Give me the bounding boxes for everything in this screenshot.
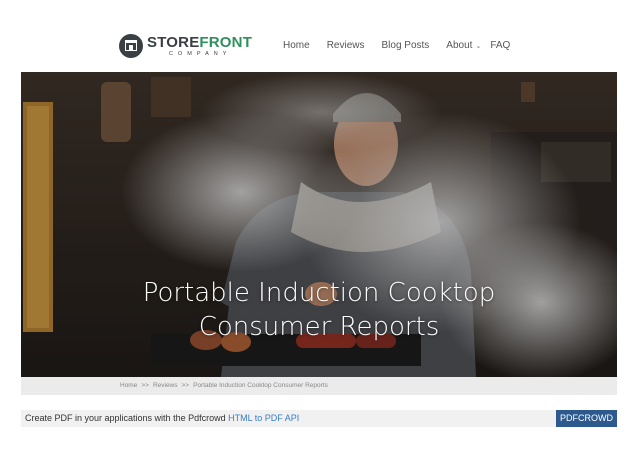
logo-word-store: STORE [147, 33, 200, 51]
nav-item-about[interactable]: About ⌄ [446, 40, 481, 51]
breadcrumb-bar: Home >> Reviews >> Portable Induction Co… [21, 377, 617, 395]
nav-item-home[interactable]: Home [283, 40, 310, 51]
store-icon [119, 34, 143, 58]
nav-item-faq[interactable]: FAQ [490, 40, 510, 51]
site-logo[interactable]: STOREFRONT COMPANY [119, 33, 252, 59]
pdf-footer-text: Create PDF in your applications with the… [25, 413, 299, 423]
main-nav: Home Reviews Blog Posts About ⌄ FAQ [283, 40, 527, 51]
nav-link-blog-posts[interactable]: Blog Posts [381, 40, 429, 51]
site-header: STOREFRONT COMPANY Home Reviews Blog Pos… [0, 0, 638, 72]
nav-link-about[interactable]: About [446, 40, 472, 51]
pdf-footer-bar: Create PDF in your applications with the… [21, 410, 617, 427]
breadcrumb-current: Portable Induction Cooktop Consumer Repo… [193, 382, 328, 389]
hero-banner: Portable Induction Cooktop Consumer Repo… [21, 72, 617, 377]
breadcrumb-separator: >> [141, 382, 149, 389]
html-to-pdf-api-link[interactable]: HTML to PDF API [228, 413, 299, 423]
breadcrumb: Home >> Reviews >> Portable Induction Co… [120, 382, 332, 389]
logo-word-front: FRONT [199, 33, 253, 51]
breadcrumb-home[interactable]: Home [120, 382, 137, 389]
hero-title-line1: Portable Induction Cooktop [142, 278, 496, 308]
breadcrumb-reviews[interactable]: Reviews [153, 382, 178, 389]
hero-title: Portable Induction Cooktop Consumer Repo… [21, 276, 617, 344]
logo-wordmark: STOREFRONT [147, 35, 252, 50]
chevron-down-icon[interactable]: ⌄ [475, 42, 481, 50]
nav-item-blog-posts[interactable]: Blog Posts [381, 40, 429, 51]
nav-link-reviews[interactable]: Reviews [327, 40, 365, 51]
pdf-footer-message: Create PDF in your applications with the… [25, 413, 226, 423]
logo-text: STOREFRONT COMPANY [147, 35, 252, 58]
pdfcrowd-button[interactable]: PDFCROWD [556, 410, 617, 427]
nav-item-reviews[interactable]: Reviews [327, 40, 365, 51]
nav-link-home[interactable]: Home [283, 40, 310, 51]
breadcrumb-separator: >> [181, 382, 190, 389]
hero-title-line2: Consumer Reports [198, 312, 440, 342]
logo-subtitle: COMPANY [169, 50, 232, 57]
nav-link-faq[interactable]: FAQ [490, 40, 510, 51]
